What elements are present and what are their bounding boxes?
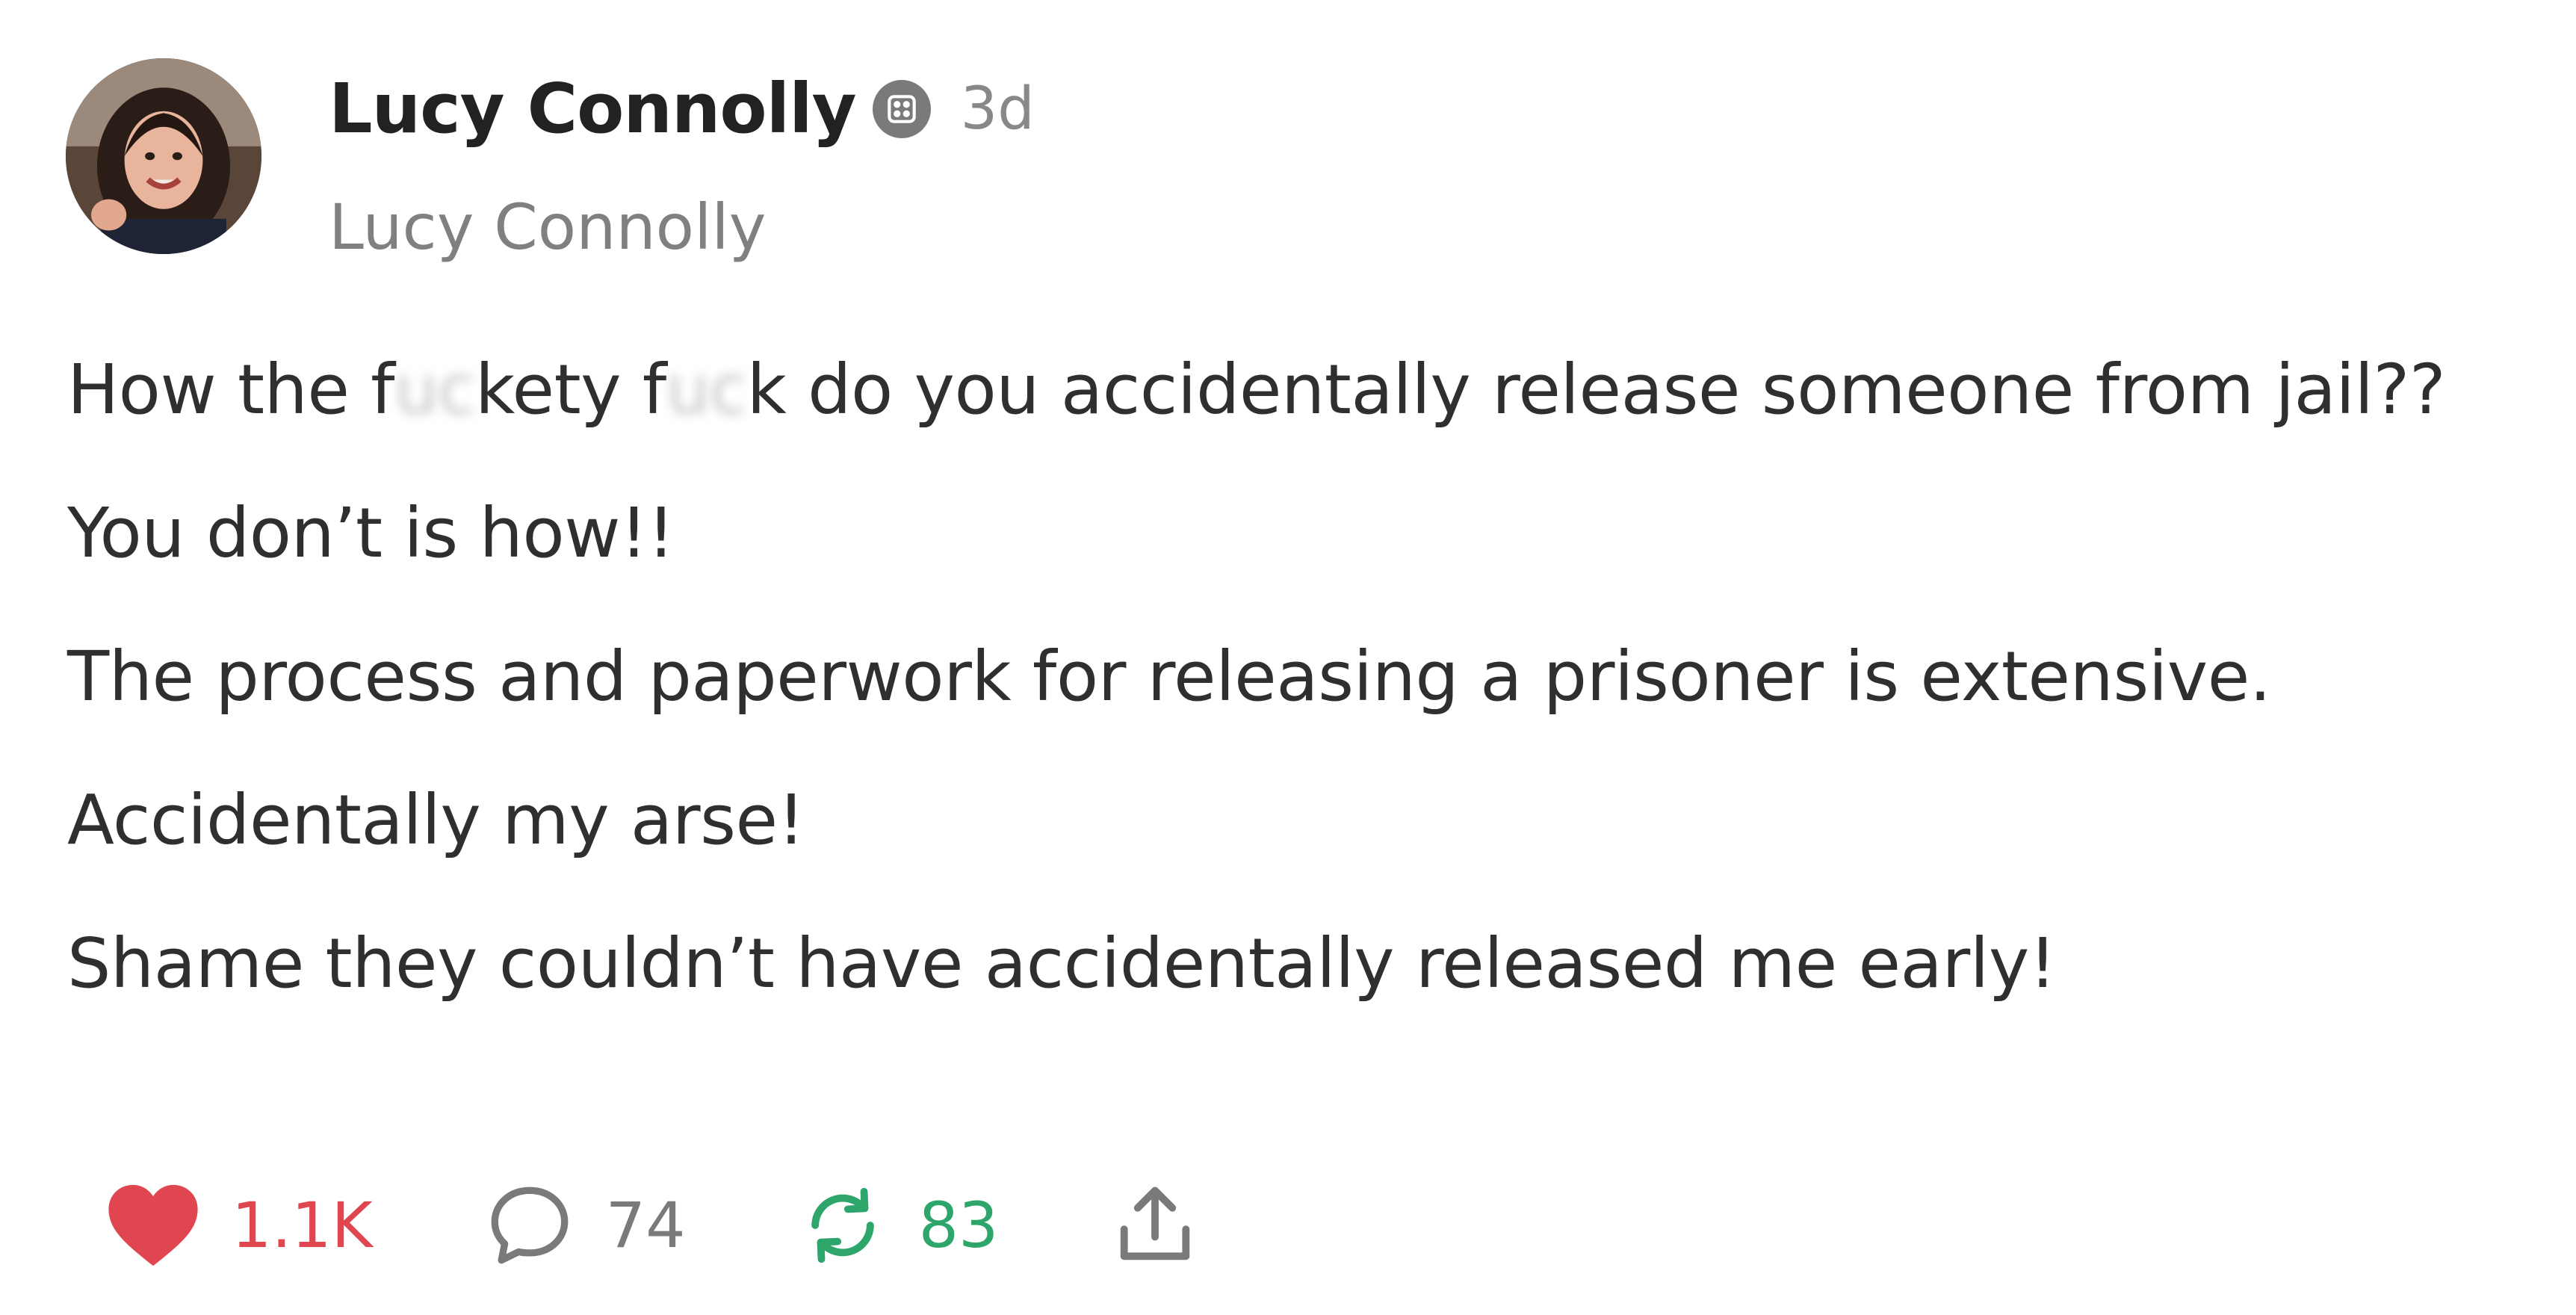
post-card: Lucy Connolly 3d Lucy Connolly How the f…	[0, 0, 2576, 1315]
censored-text: uc	[666, 350, 747, 430]
share-button[interactable]	[1109, 1179, 1201, 1272]
reply-button[interactable]: 74	[483, 1181, 686, 1269]
share-icon	[1121, 1186, 1190, 1260]
verified-badge-icon	[872, 80, 931, 138]
like-count: 1.1K	[232, 1189, 373, 1262]
repost-icon	[811, 1187, 874, 1263]
censored-text: uc	[394, 350, 475, 430]
author-display-name[interactable]: Lucy Connolly	[329, 75, 857, 143]
avatar-photo	[66, 58, 261, 254]
like-button[interactable]: 1.1K	[105, 1181, 373, 1270]
post-line-4: Accidentally my arse!	[67, 780, 805, 860]
reply-count: 74	[605, 1189, 686, 1262]
avatar[interactable]	[66, 58, 261, 254]
post-header: Lucy Connolly 3d	[329, 75, 1035, 143]
post-timestamp[interactable]: 3d	[961, 80, 1035, 138]
repost-count: 83	[918, 1189, 999, 1262]
post-line-2: You don’t is how!!	[67, 493, 675, 573]
repost-button[interactable]: 83	[796, 1181, 999, 1269]
post-line-5: Shame they couldn’t have accidentally re…	[67, 923, 2057, 1003]
post-body: How the fuckety fuck do you accidentally…	[67, 356, 2563, 1073]
post-line-1: How the fuckety fuck do you accidentally…	[67, 350, 2446, 430]
post-line-3: The process and paperwork for releasing …	[67, 637, 2271, 717]
heart-icon	[108, 1184, 198, 1266]
author-handle[interactable]: Lucy Connolly	[329, 196, 766, 259]
post-actions-bar: 1.1K 74 83	[105, 1179, 1312, 1272]
comment-icon	[491, 1186, 569, 1264]
